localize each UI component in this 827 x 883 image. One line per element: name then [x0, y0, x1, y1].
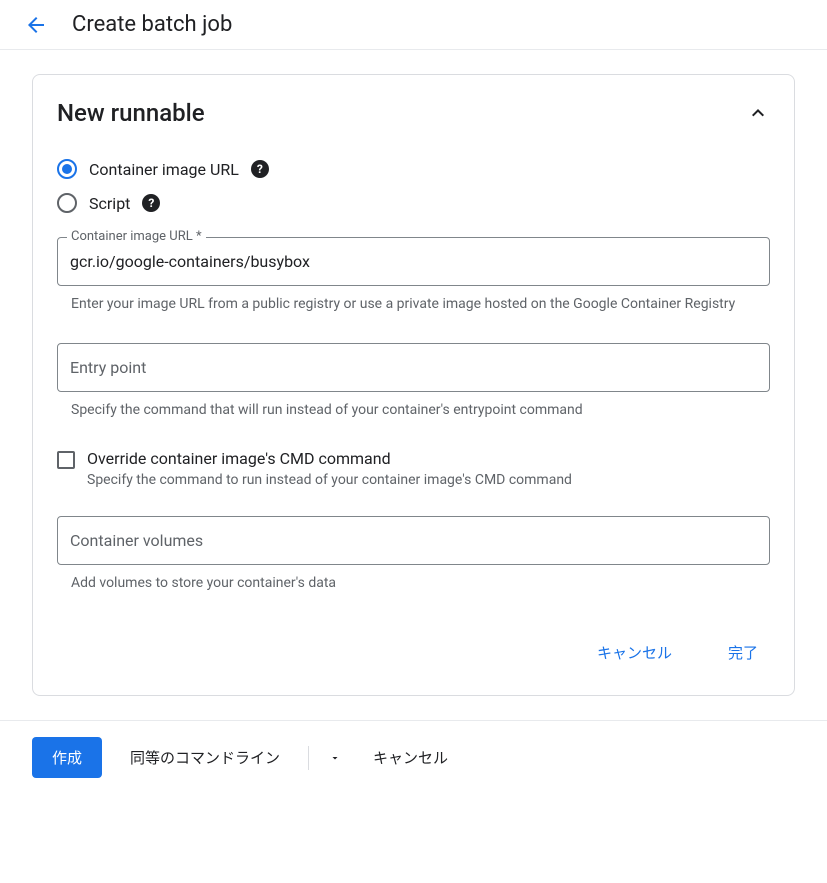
card-title: New runnable: [57, 99, 205, 127]
container-url-input[interactable]: [57, 237, 770, 286]
radio-container-image[interactable]: [57, 159, 77, 179]
container-url-field-group: Container image URL * Enter your image U…: [57, 237, 770, 315]
volumes-helper: Add volumes to store your container's da…: [57, 573, 770, 594]
radio-script-row[interactable]: Script ?: [57, 193, 770, 213]
volumes-field-group: Add volumes to store your container's da…: [57, 516, 770, 594]
footer-divider: [308, 746, 309, 770]
radio-container-label: Container image URL: [89, 160, 239, 179]
entrypoint-field-group: Specify the command that will run instea…: [57, 343, 770, 421]
page-title: Create batch job: [72, 12, 232, 37]
volumes-wrapper: [57, 516, 770, 565]
container-url-wrapper: Container image URL *: [57, 237, 770, 286]
radio-script-label: Script: [89, 194, 130, 213]
entrypoint-input[interactable]: [57, 343, 770, 392]
page-header: Create batch job: [0, 0, 827, 50]
radio-container-row[interactable]: Container image URL ?: [57, 159, 770, 179]
entrypoint-wrapper: [57, 343, 770, 392]
radio-script[interactable]: [57, 193, 77, 213]
card-cancel-button[interactable]: キャンセル: [585, 634, 684, 671]
override-cmd-content: Override container image's CMD command S…: [87, 449, 770, 488]
volumes-input[interactable]: [57, 516, 770, 565]
footer-bar: 作成 同等のコマンドライン キャンセル: [0, 720, 827, 794]
override-cmd-row: Override container image's CMD command S…: [57, 449, 770, 488]
help-icon[interactable]: ?: [142, 194, 160, 212]
equivalent-dropdown[interactable]: [325, 748, 345, 768]
override-cmd-helper: Specify the command to run instead of yo…: [87, 472, 770, 488]
override-cmd-checkbox[interactable]: [57, 451, 75, 469]
runnable-type-radio-group: Container image URL ? Script ?: [57, 159, 770, 213]
container-url-helper: Enter your image URL from a public regis…: [57, 294, 770, 315]
help-icon[interactable]: ?: [251, 160, 269, 178]
override-cmd-label: Override container image's CMD command: [87, 449, 770, 468]
collapse-toggle[interactable]: [746, 101, 770, 125]
equivalent-cli-button[interactable]: 同等のコマンドライン: [118, 739, 292, 776]
arrow-left-icon: [24, 13, 48, 37]
card-header: New runnable: [57, 99, 770, 127]
content-area: New runnable Container image URL ? Scrip…: [0, 50, 827, 720]
container-url-label: Container image URL *: [67, 229, 206, 244]
card-done-button[interactable]: 完了: [716, 634, 770, 671]
chevron-up-icon: [746, 101, 770, 125]
caret-down-icon: [329, 752, 341, 764]
card-actions: キャンセル 完了: [57, 634, 770, 671]
runnable-card: New runnable Container image URL ? Scrip…: [32, 74, 795, 696]
footer-cancel-button[interactable]: キャンセル: [361, 739, 460, 776]
back-button[interactable]: [24, 13, 48, 37]
entrypoint-helper: Specify the command that will run instea…: [57, 400, 770, 421]
create-button[interactable]: 作成: [32, 737, 102, 778]
